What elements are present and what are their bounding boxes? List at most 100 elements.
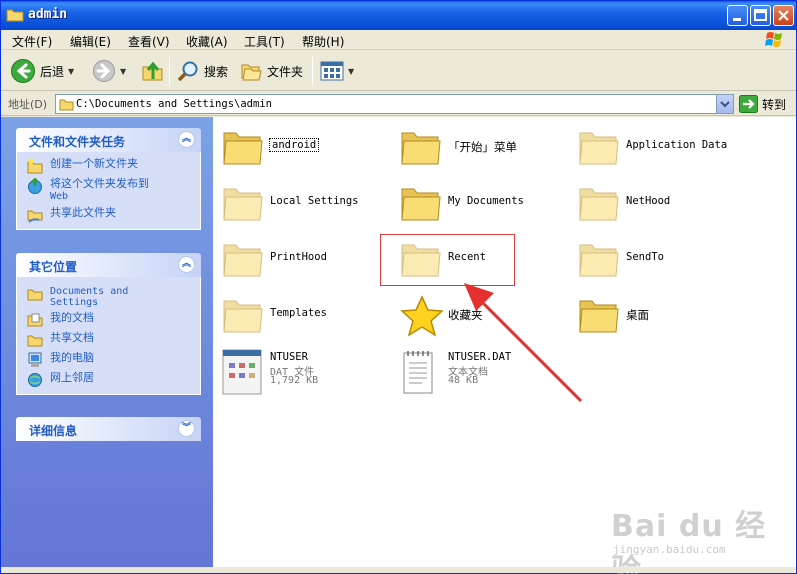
toolbar-separator — [169, 57, 170, 85]
place-documents-and-settings-label-line2: Settings — [50, 297, 99, 308]
menu-tools[interactable]: 工具(T) — [244, 33, 285, 50]
address-value: C:\Documents and Settings\admin — [76, 98, 272, 110]
minimize-button[interactable] — [727, 5, 748, 26]
task-share-folder-label: 共享此文件夹 — [50, 206, 116, 219]
other-places-body: Documents and Settings 我的文档 共享文档 我的电脑 网上… — [16, 277, 201, 395]
place-documents-and-settings[interactable]: Documents and Settings — [27, 286, 192, 308]
favorites-star-icon — [400, 295, 444, 337]
file-tasks-header[interactable]: 文件和文件夹任务 ︽ — [16, 128, 201, 152]
toolbar-separator — [312, 57, 313, 85]
folder-icon — [27, 289, 43, 301]
windows-logo-icon — [765, 32, 782, 47]
task-publish-web-label-line2: Web — [50, 191, 69, 202]
folder-icon — [6, 9, 24, 22]
details-header[interactable]: 详细信息 ︾ — [16, 417, 201, 441]
place-shared-documents[interactable]: 共享文档 — [27, 332, 192, 348]
file-item-desktop[interactable]: 桌面 — [578, 291, 756, 343]
back-button[interactable]: 后退 ▼ — [10, 58, 74, 84]
task-new-folder-label: 创建一个新文件夹 — [50, 157, 138, 170]
toolbar: 后退 ▼ ▼ 搜索 文件夹 ▼ — [1, 51, 796, 91]
collapse-icon[interactable]: ︽ — [178, 131, 195, 148]
menu-edit[interactable]: 编辑(E) — [70, 33, 111, 50]
close-button[interactable] — [773, 5, 794, 26]
other-places-title: 其它位置 — [29, 260, 78, 274]
file-item-printhood[interactable]: PrintHood — [222, 235, 400, 287]
place-network-places-label: 网上邻居 — [50, 371, 94, 384]
title-bar[interactable]: admin — [1, 1, 796, 30]
search-icon — [177, 61, 198, 82]
file-item-start-menu[interactable]: 「开始」菜单 — [400, 123, 578, 175]
task-share-folder[interactable]: 共享此文件夹 — [27, 207, 192, 223]
collapse-icon[interactable]: ︽ — [178, 256, 195, 273]
folder-icon — [223, 300, 263, 333]
folder-icon — [59, 99, 74, 111]
menu-bar: 文件(F) 编辑(E) 查看(V) 收藏(A) 工具(T) 帮助(H) — [1, 30, 796, 50]
go-label: 转到 — [762, 97, 787, 112]
file-item-android[interactable]: android — [222, 123, 400, 175]
forward-button[interactable]: ▼ — [92, 58, 126, 84]
annotation-arrow-icon — [464, 283, 583, 403]
folder-up-icon — [142, 61, 163, 81]
folder-icon — [223, 188, 263, 221]
menu-help[interactable]: 帮助(H) — [302, 33, 344, 50]
details-panel: 详细信息 ︾ — [16, 417, 201, 441]
expand-icon[interactable]: ︾ — [178, 420, 195, 437]
share-folder-icon — [27, 210, 43, 223]
forward-arrow-icon — [93, 60, 115, 82]
file-name: PrintHood — [270, 251, 327, 263]
status-bar — [1, 567, 796, 573]
task-new-folder[interactable]: 创建一个新文件夹 — [27, 158, 192, 174]
file-name: NetHood — [626, 195, 671, 207]
views-icon — [320, 61, 344, 81]
back-arrow-icon — [11, 59, 35, 83]
file-item-templates[interactable]: Templates — [222, 291, 400, 343]
place-my-documents-label: 我的文档 — [50, 311, 94, 324]
address-input[interactable]: C:\Documents and Settings\admin — [55, 94, 734, 114]
file-item-my-documents[interactable]: My Documents — [400, 179, 578, 231]
back-label: 后退 — [40, 64, 65, 79]
place-documents-and-settings-label: Documents and — [50, 286, 129, 297]
file-item-sendto[interactable]: SendTo — [578, 235, 756, 287]
forward-dropdown-icon[interactable]: ▼ — [120, 67, 126, 76]
views-button[interactable]: ▼ — [320, 58, 354, 84]
search-button[interactable]: 搜索 — [176, 58, 228, 84]
file-name: My Documents — [448, 195, 524, 207]
place-my-computer[interactable]: 我的电脑 — [27, 352, 192, 368]
file-tasks-body: 创建一个新文件夹 将这个文件夹发布到 Web 共享此文件夹 — [16, 152, 201, 230]
views-dropdown-icon[interactable]: ▼ — [348, 67, 354, 76]
file-item-local-settings[interactable]: Local Settings — [222, 179, 400, 231]
back-dropdown-icon[interactable]: ▼ — [68, 67, 74, 76]
menu-favorites[interactable]: 收藏(A) — [186, 33, 228, 50]
file-name: NTUSER — [270, 351, 308, 363]
address-dropdown-button[interactable] — [716, 95, 733, 113]
other-places-header[interactable]: 其它位置 ︽ — [16, 253, 201, 277]
my-computer-icon — [28, 352, 42, 367]
maximize-button[interactable] — [750, 5, 771, 26]
window-title: admin — [28, 7, 68, 22]
explorer-window: admin 文件(F) 编辑(E) 查看(V) 收藏(A) 工具(T) 帮助(H… — [0, 0, 797, 574]
go-button[interactable]: 转到 — [739, 95, 786, 113]
task-publish-web[interactable]: 将这个文件夹发布到 Web — [27, 178, 192, 203]
place-my-documents[interactable]: 我的文档 — [27, 312, 192, 328]
address-label: 地址(D) — [8, 98, 48, 111]
up-button[interactable] — [141, 58, 165, 84]
file-name: android — [268, 138, 320, 152]
file-item-ntuser[interactable]: NTUSER DAT 文件 1,792 KB — [222, 345, 400, 397]
place-network-places[interactable]: 网上邻居 — [27, 372, 192, 388]
file-name: Local Settings — [270, 195, 359, 207]
menu-file[interactable]: 文件(F) — [12, 33, 52, 50]
search-label: 搜索 — [204, 64, 229, 79]
dat-file-icon — [222, 349, 262, 395]
my-documents-icon — [27, 313, 43, 327]
file-item-application-data[interactable]: Application Data — [578, 123, 756, 175]
folders-label: 文件夹 — [267, 64, 304, 79]
text-document-icon — [403, 351, 433, 394]
place-shared-documents-label: 共享文档 — [50, 331, 94, 344]
file-name: 「开始」菜单 — [448, 140, 517, 154]
network-places-icon — [28, 373, 42, 387]
folders-icon — [241, 64, 262, 81]
new-folder-icon — [27, 158, 43, 174]
menu-view[interactable]: 查看(V) — [128, 33, 170, 50]
folders-button[interactable]: 文件夹 — [239, 58, 303, 84]
file-item-nethood[interactable]: NetHood — [578, 179, 756, 231]
